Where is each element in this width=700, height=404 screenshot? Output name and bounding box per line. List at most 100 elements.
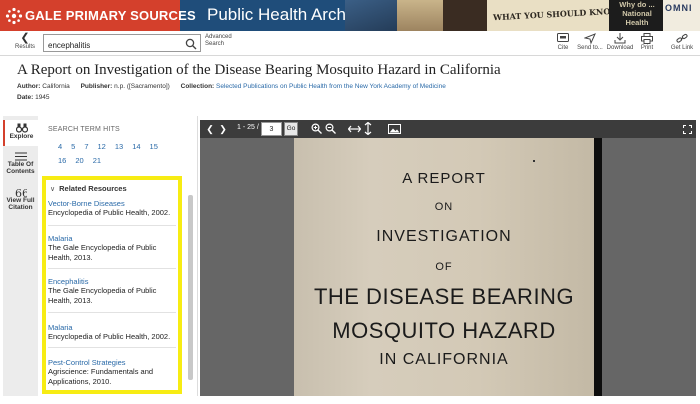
- search-term-hits-title: SEARCH TERM HITS: [48, 126, 120, 133]
- search-hit-page-link[interactable]: 16: [58, 156, 66, 165]
- rail-explore-tab[interactable]: Explore: [3, 120, 38, 146]
- explore-label: Explore: [9, 133, 34, 140]
- list-icon: [14, 152, 27, 161]
- document-meta: Author: California Publisher: n.p. ([Sac…: [17, 83, 455, 90]
- poster-text: Why do ... National Health: [619, 0, 655, 27]
- hits-row-2: 16 20 21: [58, 156, 110, 165]
- divider: [48, 347, 176, 348]
- publisher-meta: Publisher: n.p. ([Sacramento]): [81, 83, 170, 90]
- scanned-page-image: A REPORT ON INVESTIGATION OF THE DISEASE…: [294, 138, 602, 396]
- zoom-out-button[interactable]: [324, 122, 336, 136]
- poster-image: [397, 0, 443, 31]
- search-hit-page-link[interactable]: 20: [75, 156, 83, 165]
- toc-label: Table Of Contents: [6, 161, 35, 175]
- chevron-left-icon: ❮: [20, 32, 30, 44]
- viewer-toolbar: ❮ ❯ 1 - 25 / Go: [200, 120, 696, 138]
- publisher-label: Publisher:: [80, 83, 113, 90]
- poster-image: [443, 0, 487, 31]
- download-label: Download: [606, 45, 634, 51]
- related-item: Vector-Borne Diseases Encyclopedia of Pu…: [48, 199, 176, 218]
- send-to-button[interactable]: Send to...: [575, 33, 605, 51]
- divider: [48, 312, 176, 313]
- fullscreen-button[interactable]: [682, 122, 692, 136]
- poster-image: WHAT YOU SHOULD KNOW: [487, 0, 620, 31]
- scan-line: ON: [434, 201, 454, 213]
- image-view-button[interactable]: [387, 122, 401, 136]
- related-item-source: Encyclopedia of Public Health, 2002.: [48, 332, 171, 341]
- document-title: A Report on Investigation of the Disease…: [17, 62, 501, 78]
- send-icon: [584, 33, 596, 44]
- related-resources-toggle[interactable]: ∨ Related Resources: [50, 184, 127, 193]
- cite-label: Cite: [557, 45, 569, 51]
- scan-line: INVESTIGATION: [376, 228, 512, 245]
- download-icon: [614, 33, 626, 44]
- search-input[interactable]: [44, 37, 182, 54]
- chevron-down-icon: ∨: [50, 186, 56, 193]
- search-hit-page-link[interactable]: 7: [84, 142, 88, 151]
- scan-line: OF: [435, 261, 453, 273]
- cite-button[interactable]: Cite: [548, 33, 578, 51]
- related-item: Malaria The Gale Encyclopedia of Public …: [48, 234, 176, 262]
- zoom-in-button[interactable]: [310, 122, 322, 136]
- page-number-input[interactable]: [261, 122, 282, 136]
- get-link-button[interactable]: Get Link: [667, 33, 697, 51]
- publisher-value: n.p. ([Sacramento]): [114, 83, 170, 90]
- brand-logo-area[interactable]: GALE PRIMARY SOURCES: [0, 0, 196, 31]
- search-hit-page-link[interactable]: 15: [150, 142, 158, 151]
- fit-height-icon: [364, 121, 372, 136]
- rail-toc-tab[interactable]: Table Of Contents: [3, 152, 38, 182]
- search-box: [43, 34, 201, 54]
- zoom-in-icon: [310, 123, 322, 134]
- scan-line: A REPORT: [402, 170, 486, 187]
- brand-name: GALE PRIMARY SOURCES: [25, 8, 196, 23]
- related-item-title[interactable]: Malaria: [48, 234, 176, 243]
- rail-citation-tab[interactable]: 66 View Full Citation: [3, 188, 38, 220]
- advanced-search-link[interactable]: Advanced Search: [205, 34, 235, 48]
- fit-height-button[interactable]: [363, 121, 373, 136]
- search-hit-page-link[interactable]: 13: [115, 142, 123, 151]
- related-item-source: The Gale Encyclopedia of Public Health, …: [48, 286, 157, 305]
- related-item-title[interactable]: Encephalitis: [48, 277, 176, 286]
- print-button[interactable]: Print: [632, 33, 662, 51]
- citation-label: View Full Citation: [6, 197, 35, 211]
- related-resources-box: ∨ Related Resources Vector-Borne Diseases…: [42, 176, 182, 394]
- related-item-title[interactable]: Pest-Control Strategies: [48, 358, 176, 367]
- collection-link[interactable]: Selected Publications on Public Health f…: [216, 83, 446, 90]
- hits-row-1: 4 5 7 12 13 14 15: [58, 142, 167, 151]
- fit-width-button[interactable]: [347, 122, 361, 136]
- chevron-right-icon: ❯: [219, 124, 227, 134]
- search-hit-page-link[interactable]: 5: [71, 142, 75, 151]
- search-hit-page-link[interactable]: 4: [58, 142, 62, 151]
- related-item-title[interactable]: Vector-Borne Diseases: [48, 199, 176, 208]
- binoculars-icon: [15, 123, 28, 133]
- document-date: Date: 1945: [17, 94, 50, 101]
- back-to-results-button[interactable]: ❮ Results: [12, 32, 38, 50]
- image-icon: [387, 124, 401, 134]
- related-item: Pest-Control Strategies Agriscience: Fun…: [48, 358, 176, 386]
- send-to-label: Send to...: [577, 45, 603, 51]
- search-icon[interactable]: [185, 37, 197, 50]
- search-hit-page-link[interactable]: 21: [93, 156, 101, 165]
- prev-page-button[interactable]: ❮: [205, 122, 215, 136]
- collection-meta: Collection: Selected Publications on Pub…: [181, 83, 446, 90]
- download-button[interactable]: Download: [605, 33, 635, 51]
- date-label: Date:: [17, 94, 34, 101]
- print-icon: [641, 33, 653, 44]
- search-hit-page-link[interactable]: 14: [132, 142, 140, 151]
- author-label: Author:: [17, 83, 41, 90]
- gale-logo-icon: [5, 5, 23, 27]
- poster-text: OMNI: [665, 3, 693, 13]
- print-label: Print: [640, 45, 654, 51]
- search-hit-page-link[interactable]: 12: [98, 142, 106, 151]
- panel-scrollbar[interactable]: [188, 195, 193, 380]
- next-page-button[interactable]: ❯: [218, 122, 228, 136]
- related-item-title[interactable]: Malaria: [48, 323, 176, 332]
- link-icon: [676, 33, 688, 43]
- document-viewer[interactable]: A REPORT ON INVESTIGATION OF THE DISEASE…: [200, 138, 696, 396]
- results-label: Results: [14, 44, 35, 50]
- go-button[interactable]: Go: [284, 122, 298, 136]
- related-item-source: Agriscience: Fundamentals and Applicatio…: [48, 367, 154, 386]
- poster-text: WHAT YOU SHOULD KNOW: [492, 5, 620, 23]
- author-meta: Author: California: [17, 83, 70, 90]
- fit-width-icon: [347, 125, 361, 133]
